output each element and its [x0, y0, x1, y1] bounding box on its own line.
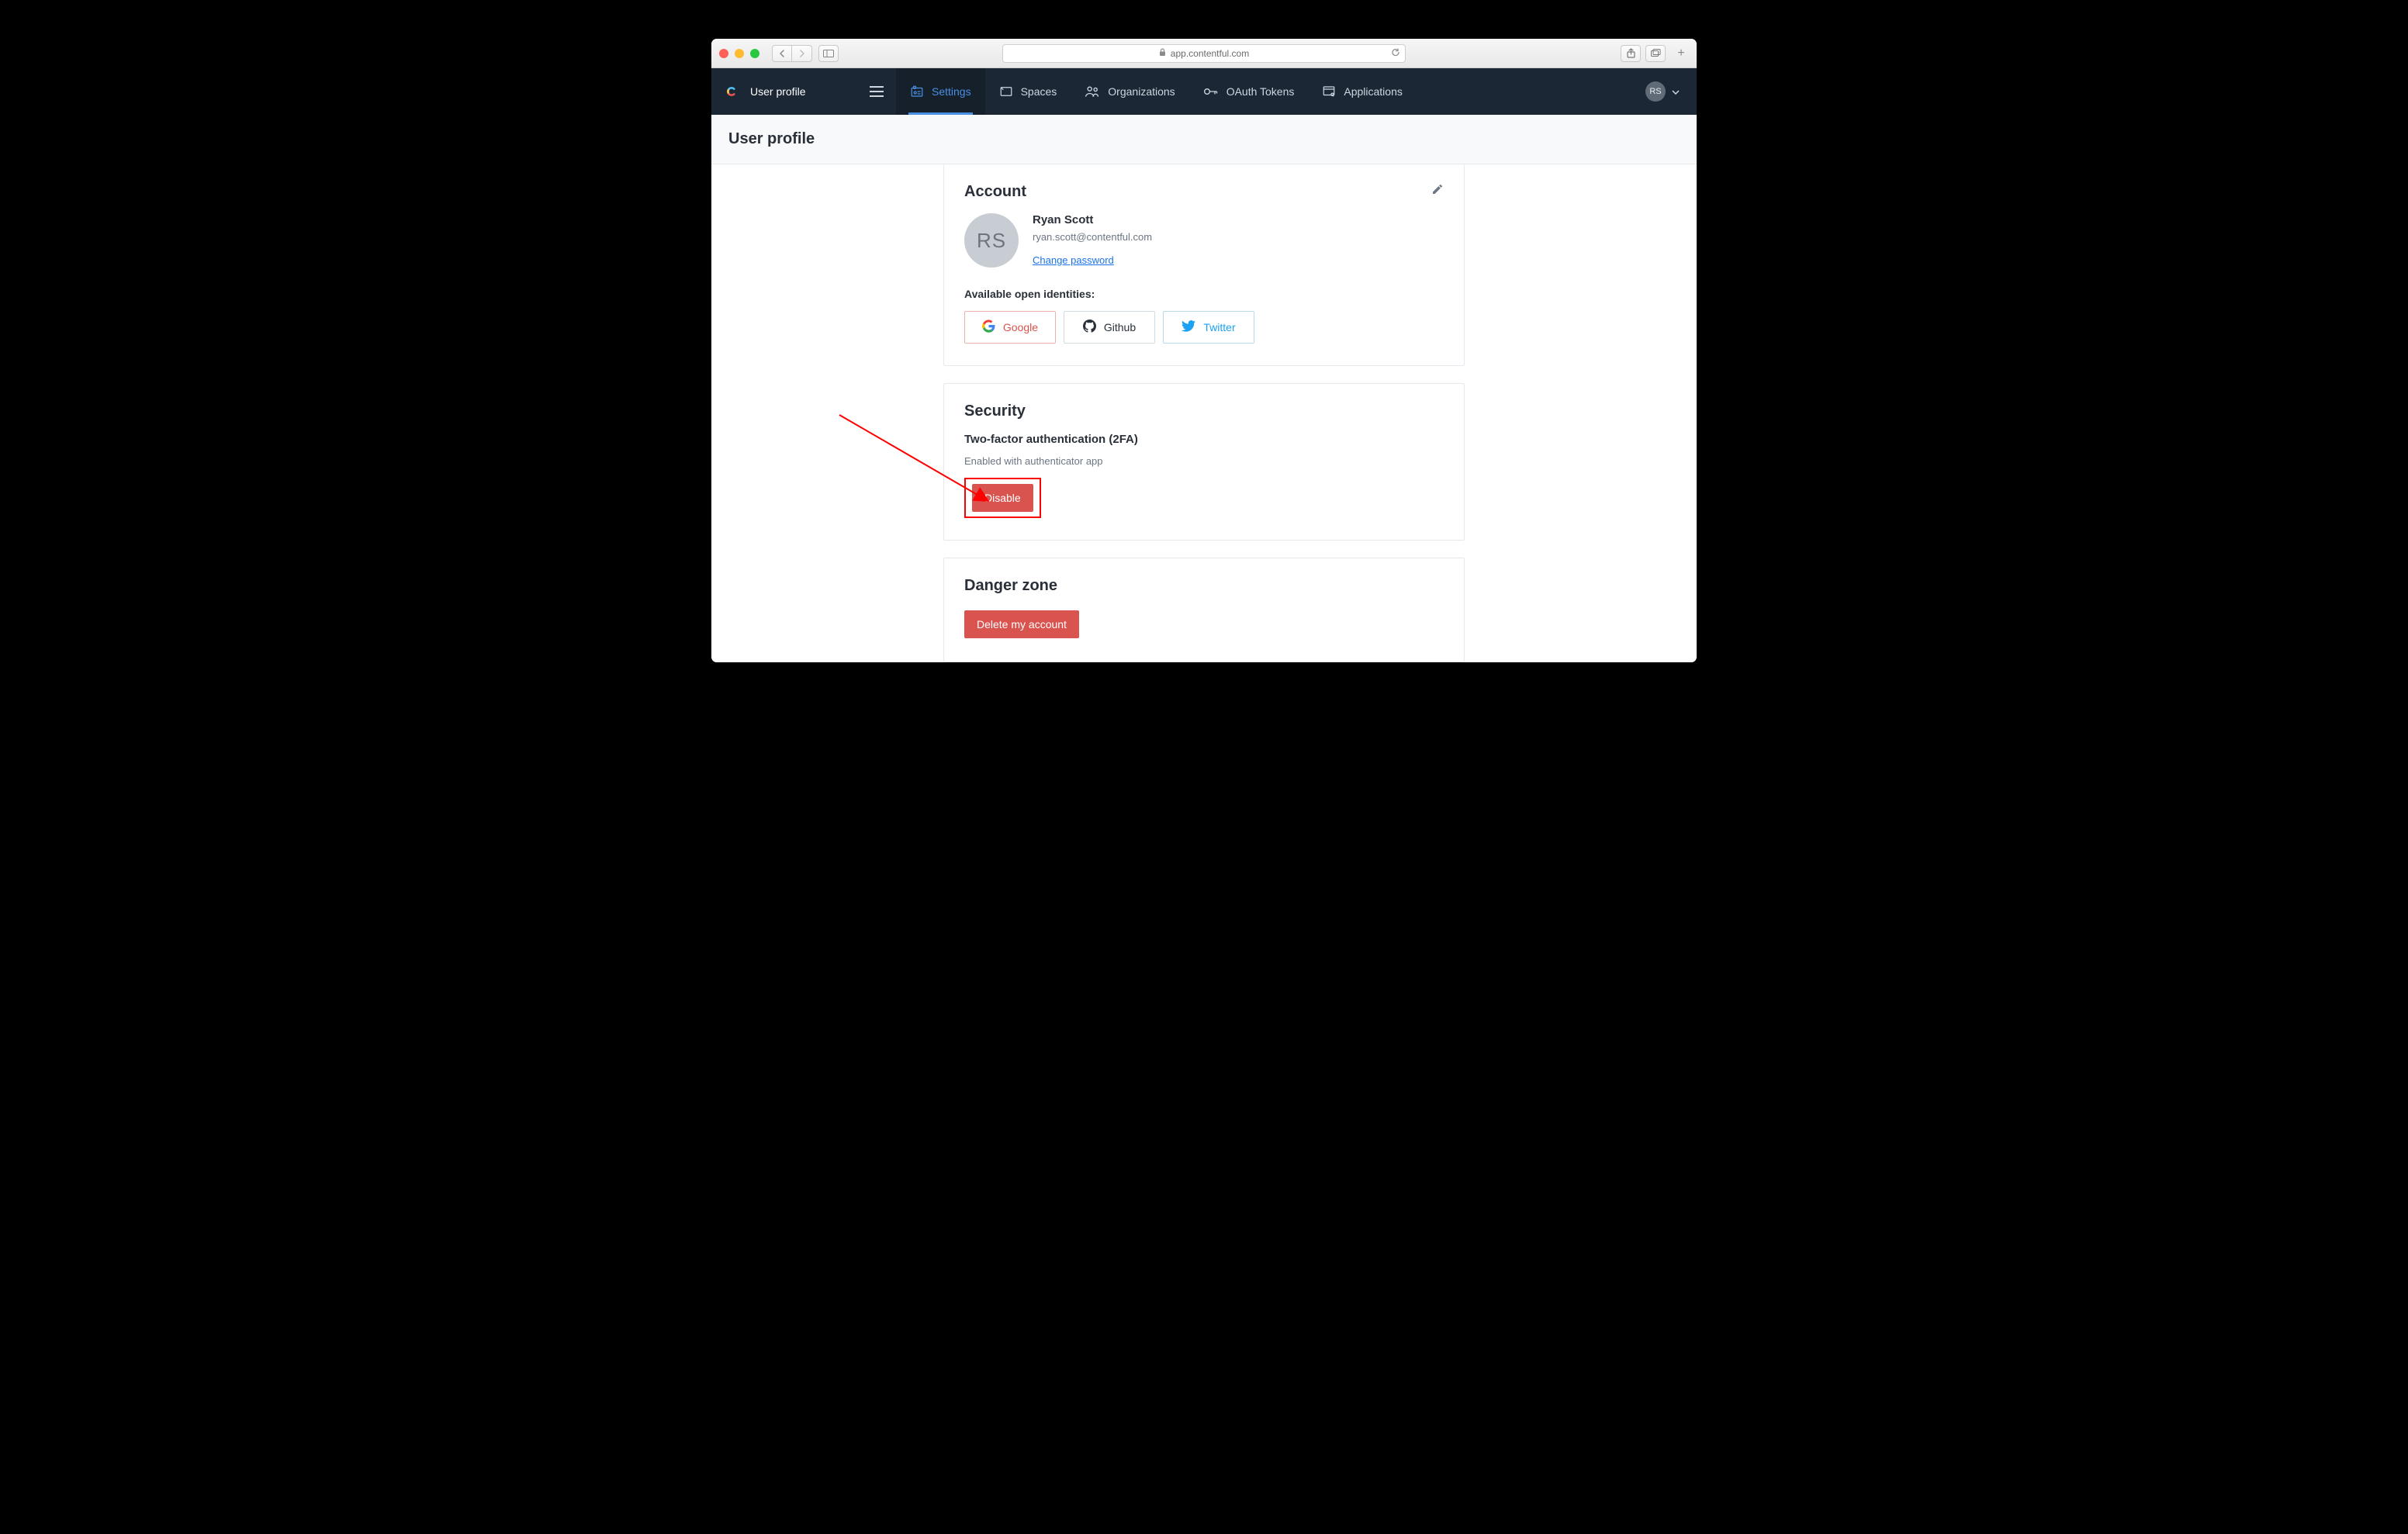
- twitter-icon: [1182, 320, 1195, 334]
- nav-tabs: Settings Spaces Organizations OAuth Toke…: [896, 68, 1417, 115]
- user-name: Ryan Scott: [1033, 213, 1152, 226]
- browser-address-bar[interactable]: app.contentful.com: [1002, 44, 1406, 63]
- browser-back-button[interactable]: [772, 45, 792, 62]
- nav-back-forward: [772, 45, 812, 62]
- browser-tabs-button[interactable]: [1645, 45, 1666, 62]
- nav-tab-spaces[interactable]: Spaces: [985, 68, 1071, 115]
- google-icon: [982, 320, 995, 335]
- window-minimize-button[interactable]: [735, 49, 744, 58]
- nav-brand-title: User profile: [750, 85, 806, 98]
- annotation-highlight-box: Disable: [964, 478, 1041, 518]
- chevron-down-icon: [1672, 85, 1680, 98]
- user-info: Ryan Scott ryan.scott@contentful.com Cha…: [1033, 213, 1152, 268]
- danger-zone-card: Danger zone Delete my account: [943, 558, 1465, 662]
- disable-2fa-button[interactable]: Disable: [972, 484, 1033, 512]
- page-header: User profile: [711, 115, 1697, 164]
- nav-tab-label: Applications: [1344, 85, 1403, 98]
- app-top-nav: User profile Settings Spaces Organiza: [711, 68, 1697, 115]
- window-zoom-button[interactable]: [750, 49, 759, 58]
- account-heading: Account: [964, 183, 1026, 201]
- browser-right-controls: +: [1621, 39, 1689, 68]
- change-password-link[interactable]: Change password: [1033, 254, 1114, 266]
- nav-tab-label: OAuth Tokens: [1226, 85, 1295, 98]
- identity-label: Twitter: [1203, 321, 1235, 333]
- contentful-logo-icon: [724, 84, 739, 99]
- user-avatar-chip: RS: [1645, 81, 1666, 102]
- nav-tab-label: Spaces: [1021, 85, 1057, 98]
- security-heading: Security: [964, 403, 1444, 420]
- organizations-icon: [1085, 85, 1100, 98]
- user-avatar-large: RS: [964, 213, 1019, 268]
- nav-tab-oauth-tokens[interactable]: OAuth Tokens: [1189, 68, 1309, 115]
- oauth-icon: [1203, 85, 1219, 98]
- identities-label: Available open identities:: [964, 288, 1444, 300]
- nav-tab-label: Settings: [932, 85, 971, 98]
- browser-new-tab-button[interactable]: +: [1673, 39, 1689, 68]
- identity-label: Github: [1104, 321, 1136, 333]
- lock-icon: [1159, 48, 1166, 59]
- hamburger-menu-icon[interactable]: [870, 86, 884, 97]
- nav-user-menu[interactable]: RS: [1645, 81, 1697, 102]
- security-status: Enabled with authenticator app: [964, 455, 1444, 467]
- danger-zone-heading: Danger zone: [964, 577, 1444, 595]
- nav-tab-applications[interactable]: Applications: [1308, 68, 1417, 115]
- identity-google-button[interactable]: Google: [964, 311, 1056, 344]
- nav-brand-area: User profile: [711, 68, 896, 115]
- delete-account-button[interactable]: Delete my account: [964, 610, 1079, 638]
- settings-icon: [910, 85, 924, 98]
- account-card: Account RS Ryan Scott ryan.scott@content…: [943, 164, 1465, 366]
- browser-toolbar: app.contentful.com +: [711, 39, 1697, 68]
- browser-share-button[interactable]: [1621, 45, 1641, 62]
- applications-icon: [1322, 85, 1336, 98]
- user-email: ryan.scott@contentful.com: [1033, 231, 1152, 243]
- identity-twitter-button[interactable]: Twitter: [1163, 311, 1254, 344]
- browser-window: app.contentful.com + Us: [711, 39, 1697, 662]
- browser-sidebar-button[interactable]: [818, 45, 839, 62]
- identity-row: Google Github Twitter: [964, 311, 1444, 344]
- identity-label: Google: [1003, 321, 1038, 333]
- window-controls: [719, 49, 759, 58]
- browser-forward-button[interactable]: [792, 45, 812, 62]
- security-subheading: Two-factor authentication (2FA): [964, 433, 1444, 446]
- identity-github-button[interactable]: Github: [1064, 311, 1155, 344]
- github-icon: [1083, 320, 1096, 335]
- browser-url-host: app.contentful.com: [1171, 48, 1249, 59]
- spaces-icon: [999, 85, 1013, 98]
- nav-tab-organizations[interactable]: Organizations: [1071, 68, 1188, 115]
- window-close-button[interactable]: [719, 49, 728, 58]
- nav-tab-label: Organizations: [1108, 85, 1175, 98]
- edit-icon[interactable]: [1431, 183, 1444, 199]
- security-card: Security Two-factor authentication (2FA)…: [943, 383, 1465, 541]
- reload-icon[interactable]: [1391, 47, 1400, 59]
- nav-tab-settings[interactable]: Settings: [896, 68, 985, 115]
- page-title: User profile: [728, 130, 1680, 148]
- page-content: Account RS Ryan Scott ryan.scott@content…: [711, 164, 1697, 662]
